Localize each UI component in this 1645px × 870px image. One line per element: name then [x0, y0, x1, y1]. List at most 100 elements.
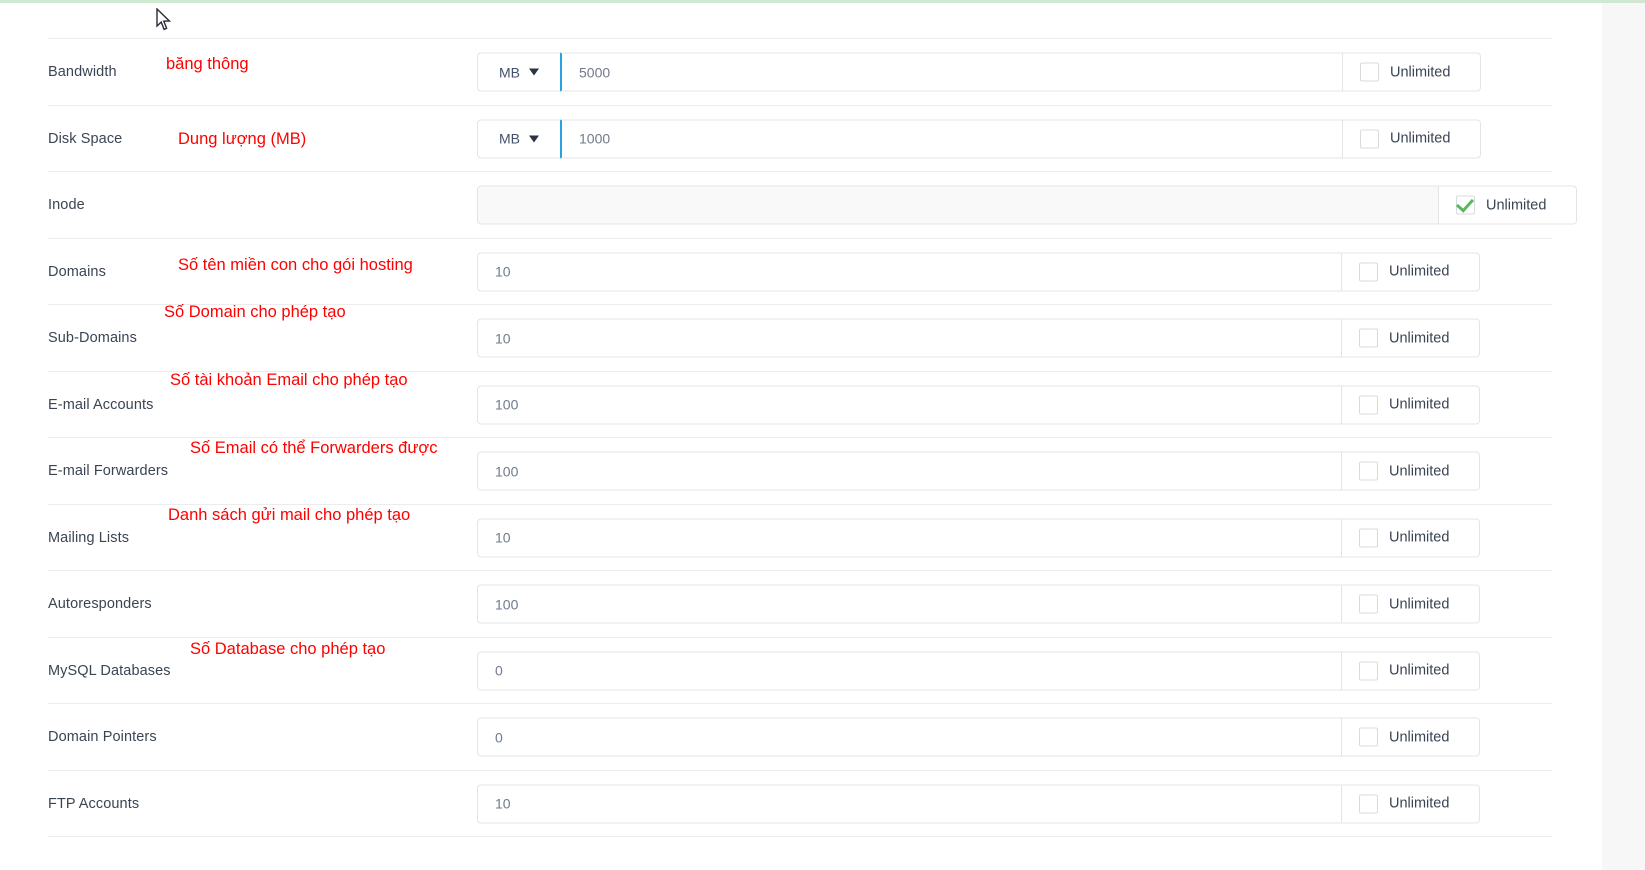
chevron-down-icon	[529, 68, 539, 76]
limit-row: Autoresponders Unlimited	[0, 571, 1602, 638]
annotation-note: Dung lượng (MB)	[178, 130, 307, 148]
unlimited-label: Unlimited	[1390, 130, 1451, 147]
unlimited-label: Unlimited	[1389, 662, 1450, 679]
unlimited-label: Unlimited	[1389, 729, 1450, 746]
limit-value-input[interactable]	[477, 451, 1342, 491]
unlimited-label: Unlimited	[1486, 197, 1547, 214]
package-limits-form: Bandwidth MB Unlimited Disk Space MB Unlimite…	[0, 3, 1602, 837]
limit-value-input[interactable]	[560, 52, 1343, 92]
limit-row-label-col: Domain Pointers	[48, 704, 157, 771]
unit-select[interactable]: MB	[477, 52, 560, 92]
unlimited-toggle[interactable]: Unlimited	[1343, 52, 1481, 92]
limit-value-input[interactable]	[477, 518, 1342, 558]
checkbox-icon[interactable]	[1360, 62, 1379, 82]
field-label: FTP Accounts	[48, 795, 140, 812]
limit-control-group: Unlimited	[477, 651, 1480, 691]
unit-select[interactable]: MB	[477, 119, 560, 159]
chevron-down-icon	[529, 135, 539, 143]
limit-value-input[interactable]	[477, 717, 1342, 757]
checkbox-icon[interactable]	[1359, 395, 1378, 415]
checkbox-icon[interactable]	[1359, 594, 1378, 614]
limit-control-group: MB Unlimited	[477, 119, 1481, 159]
unlimited-label: Unlimited	[1389, 529, 1450, 546]
limit-value-input[interactable]	[477, 584, 1342, 624]
limit-control-group: Unlimited	[477, 717, 1480, 757]
limit-control-group: Unlimited	[477, 784, 1480, 824]
unlimited-toggle[interactable]: Unlimited	[1439, 185, 1577, 225]
limit-row-label-col: E-mail Accounts	[48, 372, 153, 439]
unlimited-label: Unlimited	[1389, 795, 1450, 812]
limit-control-group: Unlimited	[477, 451, 1480, 491]
unlimited-toggle[interactable]: Unlimited	[1342, 318, 1480, 358]
limit-control-group: Unlimited	[477, 318, 1480, 358]
unlimited-toggle[interactable]: Unlimited	[1342, 451, 1480, 491]
unlimited-label: Unlimited	[1389, 330, 1450, 347]
unlimited-toggle[interactable]: Unlimited	[1342, 252, 1480, 292]
checkbox-icon[interactable]	[1359, 794, 1378, 814]
hosting-package-limits-page: Bandwidth MB Unlimited Disk Space MB Unlimite…	[0, 0, 1645, 870]
limit-row-label-col: E-mail Forwarders	[48, 438, 168, 505]
field-label: Domain Pointers	[48, 729, 157, 746]
annotation-note: băng thông	[166, 55, 249, 73]
field-label: Sub-Domains	[48, 330, 137, 347]
limit-control-group: Unlimited	[477, 385, 1480, 425]
limit-row-label-col: MySQL Databases	[48, 638, 171, 705]
limit-value-input[interactable]	[477, 784, 1342, 824]
limit-row-label-col: Disk Space	[48, 106, 122, 173]
limit-row-label-col: Sub-Domains	[48, 305, 137, 372]
limit-control-group: MB Unlimited	[477, 52, 1481, 92]
limit-row-label-col: Mailing Lists	[48, 505, 129, 572]
field-label: Mailing Lists	[48, 529, 130, 546]
checkbox-icon[interactable]	[1359, 528, 1378, 548]
annotation-note: Số tài khoản Email cho phép tạo	[170, 371, 408, 389]
field-label: E-mail Forwarders	[48, 463, 169, 480]
checkbox-checked-icon[interactable]	[1456, 195, 1475, 215]
checkbox-icon[interactable]	[1359, 262, 1378, 282]
limit-row-label-col: Inode	[48, 172, 85, 239]
annotation-note: Số Database cho phép tạo	[190, 640, 386, 658]
annotation-note: Danh sách gửi mail cho phép tạo	[168, 506, 411, 524]
unit-select-value: MB	[499, 64, 520, 81]
limit-value-input[interactable]	[477, 252, 1342, 292]
unlimited-label: Unlimited	[1390, 64, 1451, 81]
field-label: Domains	[48, 263, 106, 280]
field-label: MySQL Databases	[48, 662, 171, 679]
unlimited-toggle[interactable]: Unlimited	[1342, 717, 1480, 757]
field-label: E-mail Accounts	[48, 396, 154, 413]
limit-row-label-col: Autoresponders	[48, 571, 152, 638]
form-top-spacer	[0, 3, 1602, 39]
unlimited-toggle[interactable]: Unlimited	[1342, 784, 1480, 824]
limit-value-input[interactable]	[477, 385, 1342, 425]
limit-row: Domain Pointers Unlimited	[0, 704, 1602, 771]
limit-value-input[interactable]	[477, 651, 1342, 691]
limit-control-group: Unlimited	[477, 252, 1480, 292]
limit-value-input[interactable]	[477, 318, 1342, 358]
unlimited-toggle[interactable]: Unlimited	[1342, 584, 1480, 624]
limit-row-label-col: Domains	[48, 239, 106, 306]
limit-control-group: Unlimited	[477, 584, 1480, 624]
limit-row: Inode Unlimited	[0, 172, 1602, 239]
unlimited-toggle[interactable]: Unlimited	[1343, 119, 1481, 159]
unlimited-label: Unlimited	[1389, 596, 1450, 613]
unit-select-value: MB	[499, 130, 520, 147]
unlimited-toggle[interactable]: Unlimited	[1342, 518, 1480, 558]
annotation-note: Số Domain cho phép tạo	[164, 303, 346, 321]
limit-row: FTP Accounts Unlimited	[0, 771, 1602, 838]
limit-value-input[interactable]	[560, 119, 1343, 159]
unlimited-toggle[interactable]: Unlimited	[1342, 651, 1480, 691]
limit-value-input	[477, 185, 1439, 225]
limit-control-group: Unlimited	[477, 185, 1577, 225]
checkbox-icon[interactable]	[1359, 328, 1378, 348]
checkbox-icon[interactable]	[1359, 461, 1378, 481]
unlimited-label: Unlimited	[1389, 463, 1450, 480]
field-label: Inode	[48, 197, 85, 214]
unlimited-toggle[interactable]: Unlimited	[1342, 385, 1480, 425]
checkbox-icon[interactable]	[1359, 661, 1378, 681]
checkbox-icon[interactable]	[1360, 129, 1379, 149]
limit-control-group: Unlimited	[477, 518, 1480, 558]
unlimited-label: Unlimited	[1389, 396, 1450, 413]
unlimited-label: Unlimited	[1389, 263, 1450, 280]
limit-row-label-col: Bandwidth	[48, 39, 117, 106]
checkbox-icon[interactable]	[1359, 727, 1378, 747]
annotation-note: Số Email có thể Forwarders được	[190, 439, 438, 457]
